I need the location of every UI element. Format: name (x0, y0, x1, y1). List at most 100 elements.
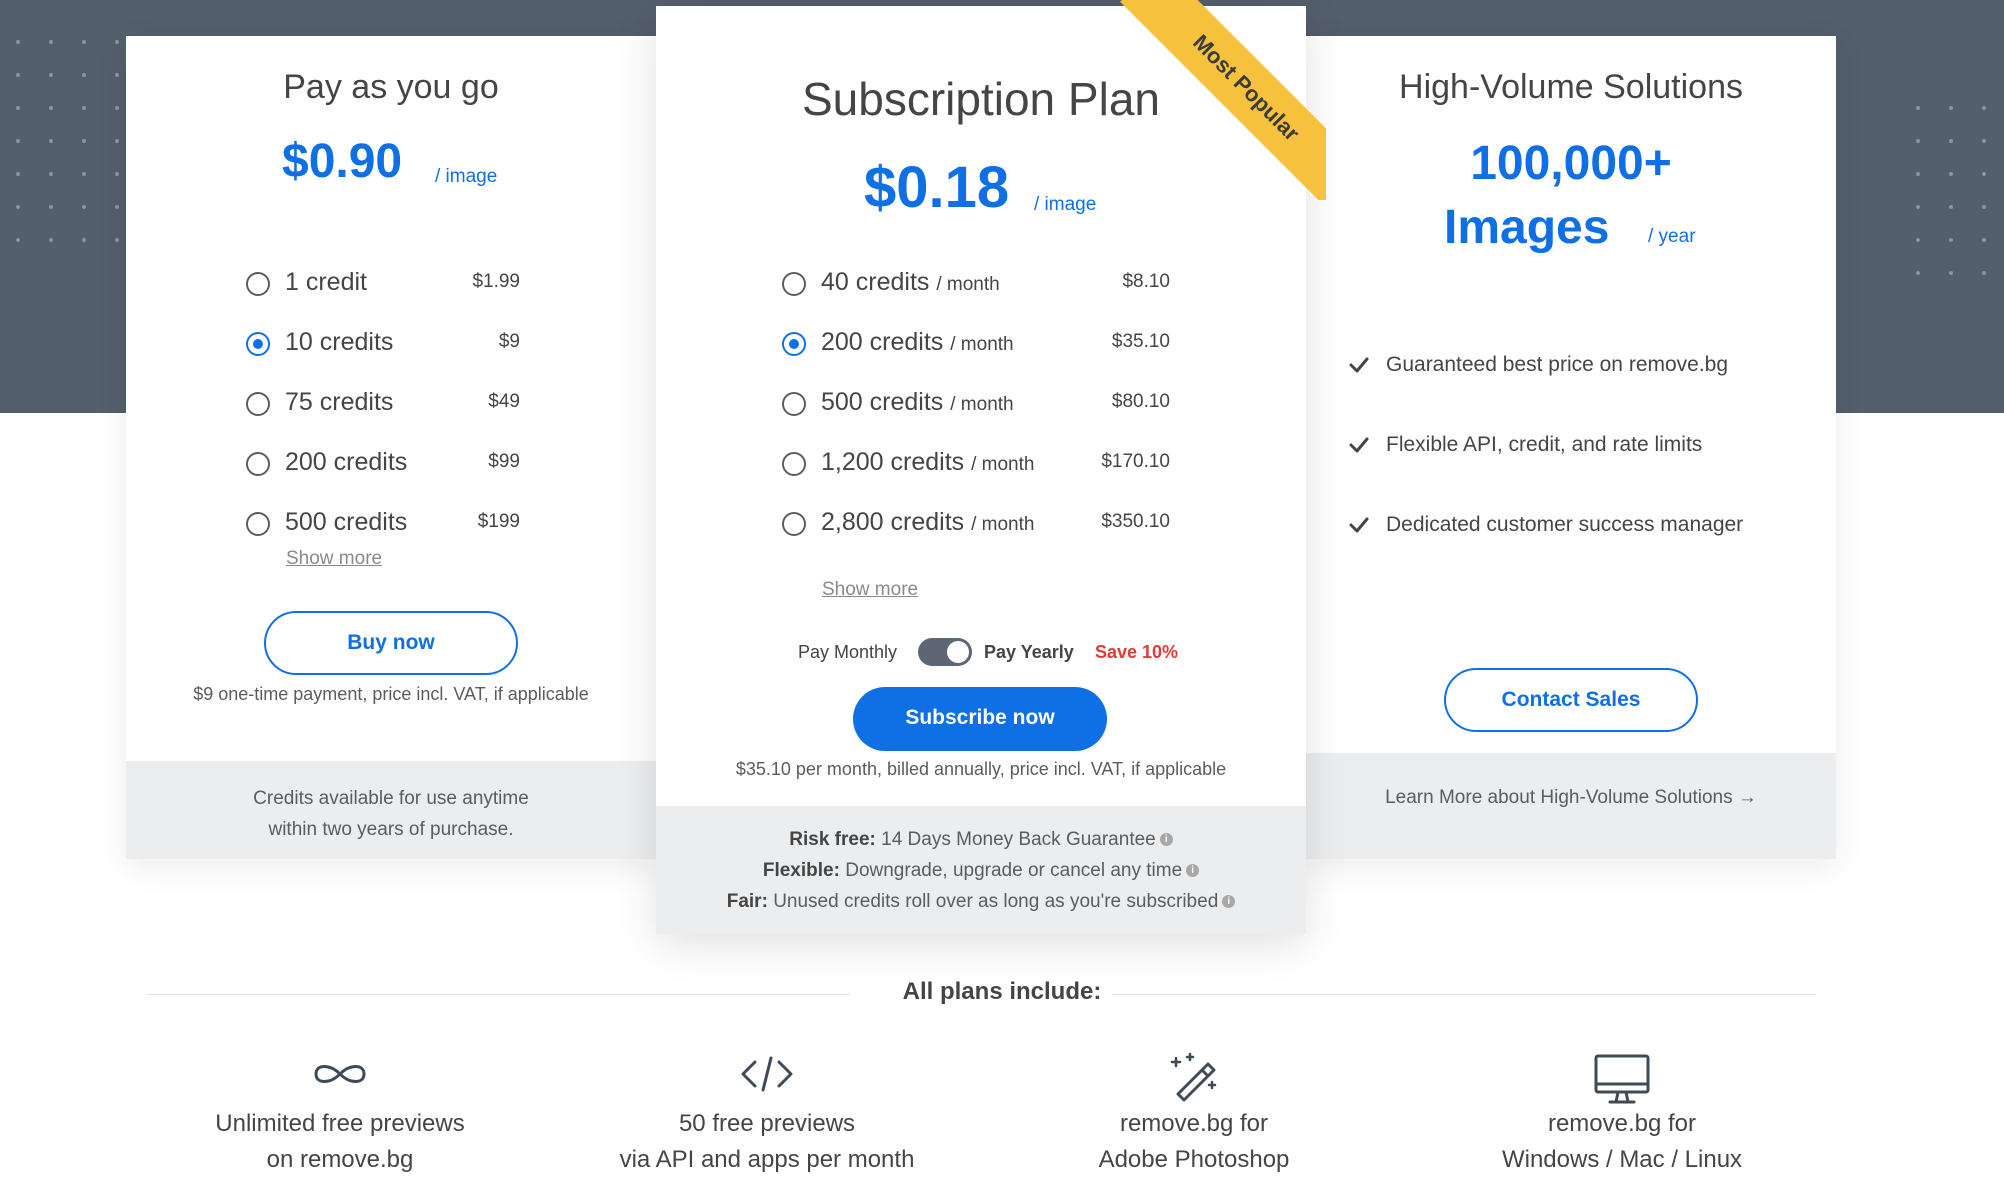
payg-footer-line1: Credits available for use anytime (253, 788, 529, 809)
payg-option-radio[interactable] (246, 452, 270, 476)
dot (1916, 172, 1920, 176)
include-item: Unlimited free previews on remove.bg (130, 1106, 550, 1178)
subscription-option-label: 2,800 credits (821, 508, 965, 536)
buy-now-button[interactable]: Buy now (264, 611, 518, 675)
arrow-right-icon: → (1737, 787, 1757, 808)
dot (115, 238, 119, 242)
subscription-option-price: $35.10 (1111, 331, 1170, 352)
checkmark-icon (1349, 437, 1369, 453)
subscription-option[interactable]: 500 credits / month $80.10 (782, 384, 1170, 424)
subscription-option[interactable]: 2,800 credits / month $350.10 (782, 504, 1170, 544)
subscription-option[interactable]: 200 credits / month $35.10 (782, 324, 1170, 364)
payg-option-radio[interactable] (246, 512, 270, 536)
payg-option-price: $99 (488, 451, 520, 472)
payg-option[interactable]: 200 credits $99 (246, 444, 520, 484)
dot (49, 172, 53, 176)
payg-payment-note: $9 one-time payment, price incl. VAT, if… (193, 684, 589, 704)
include-item-line1: Unlimited free previews (215, 1110, 465, 1137)
subscription-payment-note: $35.10 per month, billed annually, price… (735, 759, 1227, 779)
subscription-option-unit: / month (936, 274, 1000, 295)
highvolume-card: High-Volume Solutions 100,000+ Images / … (1306, 36, 1836, 859)
magic-wand-icon (1170, 1052, 1217, 1102)
payg-option[interactable]: 500 credits $199 (246, 504, 520, 544)
payg-per-unit: / image (435, 166, 498, 187)
payg-option-price: $9 (498, 331, 520, 352)
subscription-option-label: 500 credits (821, 388, 944, 416)
payg-option-price: $49 (488, 391, 520, 412)
include-item-line1: remove.bg for (1547, 1110, 1697, 1137)
subscription-option-price: $350.10 (1101, 511, 1170, 532)
dot (115, 73, 119, 77)
subscription-option-unit: / month (950, 394, 1014, 415)
guarantee-line: Fair: Unused credits roll over as long a… (656, 886, 1306, 917)
guarantee-label: Flexible: (762, 860, 840, 881)
dot (1916, 106, 1920, 110)
learn-more-label: Learn More about High-Volume Solutions (1385, 787, 1733, 808)
dot (1949, 106, 1953, 110)
dot (1982, 106, 1986, 110)
payg-option[interactable]: 75 credits $49 (246, 384, 520, 424)
highvolume-amount-line1: 100,000+ (1470, 137, 1672, 190)
subscription-option-radio[interactable] (782, 332, 806, 356)
dot (1982, 139, 1986, 143)
subscription-option-radio[interactable] (782, 512, 806, 536)
checkmark-icon (1349, 357, 1369, 373)
info-icon[interactable]: i (1159, 833, 1173, 847)
dot (1949, 238, 1953, 242)
dot (82, 205, 86, 209)
dot (115, 139, 119, 143)
subscription-option-unit: / month (971, 454, 1035, 475)
subscription-option-label-wrap: 500 credits / month (821, 388, 1014, 417)
include-item-line2: on remove.bg (266, 1146, 414, 1173)
infinity-icon (314, 1065, 366, 1083)
subscription-option-label-wrap: 1,200 credits / month (821, 448, 1034, 477)
dot (49, 238, 53, 242)
info-icon[interactable]: i (1186, 864, 1200, 878)
include-item-line1: remove.bg for (1119, 1110, 1269, 1137)
info-icon[interactable]: i (1222, 895, 1236, 909)
subscription-option-radio[interactable] (782, 452, 806, 476)
payg-option[interactable]: 1 credit $1.99 (246, 264, 520, 304)
payg-option[interactable]: 10 credits $9 (246, 324, 520, 364)
dot (115, 106, 119, 110)
dot (16, 205, 20, 209)
payg-option-radio[interactable] (246, 332, 270, 356)
subscribe-now-button[interactable]: Subscribe now (853, 687, 1107, 751)
contact-sales-button[interactable]: Contact Sales (1444, 668, 1698, 732)
subscription-per-unit: / image (1034, 194, 1097, 215)
highvolume-footer: Learn More about High-Volume Solutions → (1306, 753, 1836, 859)
dot (49, 40, 53, 44)
subscription-card: Most Popular Subscription Plan $0.18 / i… (656, 0, 1326, 934)
subscription-option-radio[interactable] (782, 392, 806, 416)
highvolume-per-unit: / year (1648, 226, 1696, 247)
subscription-option-price: $170.10 (1101, 451, 1170, 472)
subscription-option-label: 1,200 credits (821, 448, 965, 476)
subscription-title: Subscription Plan (802, 73, 1160, 125)
payg-footer: Credits available for use anytime within… (126, 761, 656, 859)
checkmark-icon (1349, 517, 1369, 533)
subscription-option-radio[interactable] (782, 272, 806, 296)
payg-option-label: 500 credits (285, 508, 408, 536)
subscription-option[interactable]: 1,200 credits / month $170.10 (782, 444, 1170, 484)
dot (1916, 271, 1920, 275)
subscription-option-label: 40 credits (821, 268, 930, 296)
dot (49, 205, 53, 209)
includes-title: All plans include: (902, 978, 1102, 1005)
payg-option-radio[interactable] (246, 272, 270, 296)
highvolume-feature: Flexible API, credit, and rate limits (1386, 433, 1703, 456)
payg-option-price: $199 (477, 511, 520, 532)
payg-option-radio[interactable] (246, 392, 270, 416)
learn-more-link[interactable]: Learn More about High-Volume Solutions → (1385, 787, 1757, 808)
billing-period-toggle[interactable] (918, 638, 972, 666)
pay-yearly-label[interactable]: Pay Yearly (984, 642, 1074, 663)
subscription-show-more-link[interactable]: Show more (822, 579, 918, 601)
dot (16, 172, 20, 176)
dot (1916, 238, 1920, 242)
subscription-option-unit: / month (950, 334, 1014, 355)
include-item: 50 free previews via API and apps per mon… (557, 1106, 977, 1178)
pay-monthly-label[interactable]: Pay Monthly (798, 642, 897, 663)
dot (1949, 172, 1953, 176)
subscription-option[interactable]: 40 credits / month $8.10 (782, 264, 1170, 304)
payg-card: Pay as you go $0.90 / image 1 credit $1.9… (126, 36, 656, 859)
payg-show-more-link[interactable]: Show more (286, 548, 382, 570)
